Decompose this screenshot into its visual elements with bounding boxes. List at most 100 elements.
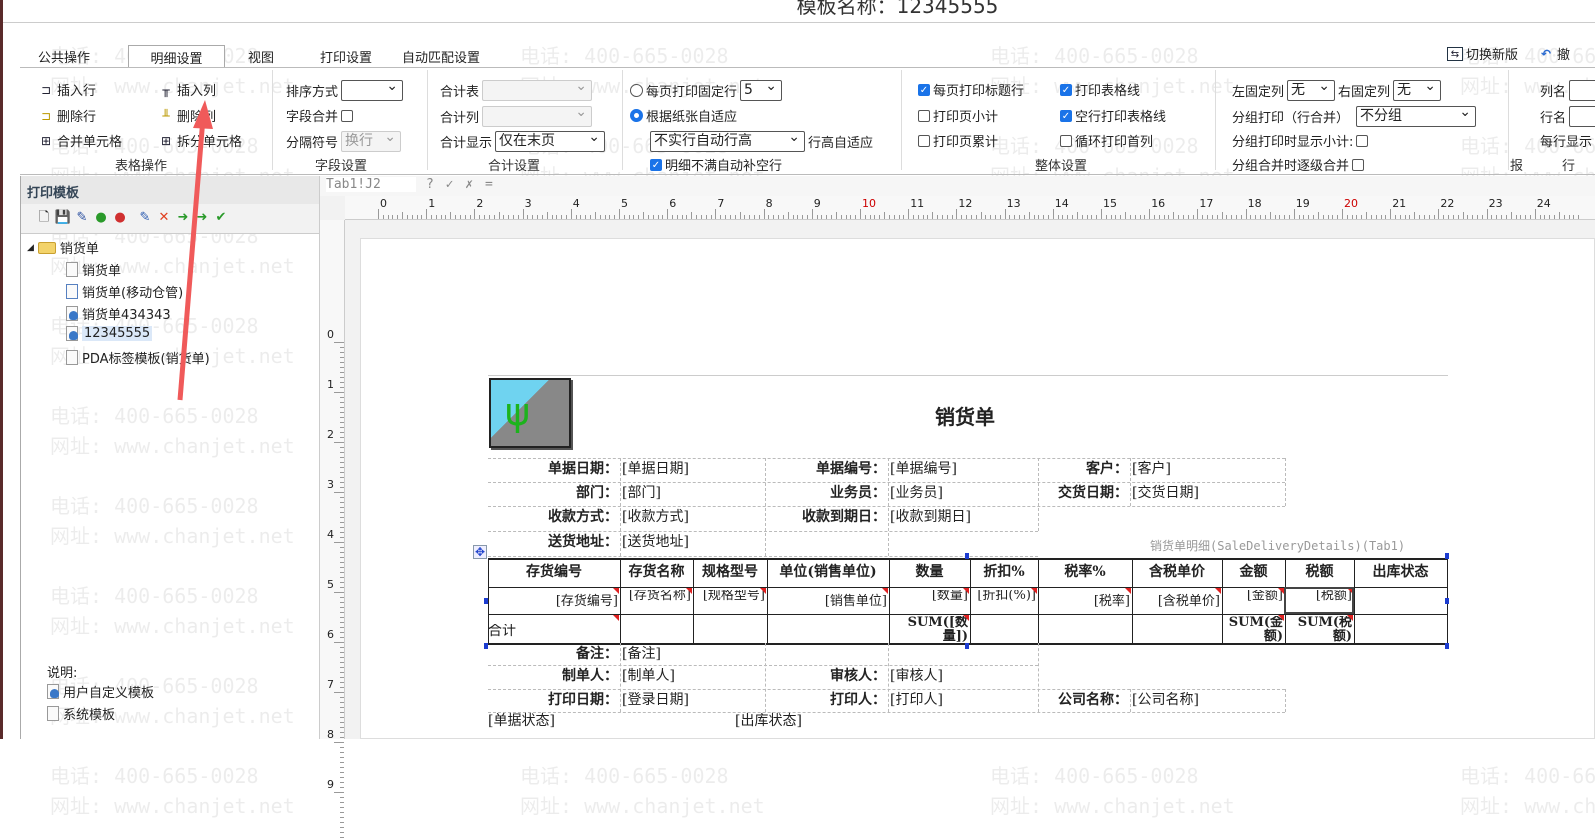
group-merge-option[interactable]: 分组合并时逐级合并 — [1232, 155, 1365, 174]
column-header[interactable]: 含税单价 — [1132, 558, 1222, 587]
resize-handle[interactable] — [1445, 598, 1449, 604]
import-icon[interactable]: ➜ — [174, 209, 192, 227]
formula-icons[interactable]: ? ✓ ✗ = — [426, 177, 495, 192]
detail-cell[interactable]: [金额] — [1222, 590, 1285, 614]
loop-first-col-option[interactable]: 循环打印首列 — [1060, 131, 1153, 150]
group-subtotal-option[interactable]: 分组打印时显示小计: — [1232, 131, 1369, 150]
column-header[interactable]: 存货名称 — [620, 558, 693, 587]
merge-cells-button[interactable]: ⊞ 合并单元格 — [38, 131, 122, 151]
tree-item[interactable]: 销货单 — [66, 260, 121, 279]
checkbox[interactable] — [1060, 109, 1072, 122]
checkbox[interactable] — [1060, 83, 1072, 96]
checkbox[interactable] — [918, 134, 930, 147]
resize-handle[interactable] — [1445, 553, 1449, 559]
edit-icon[interactable]: ✎ — [136, 209, 154, 227]
adapt-paper-option[interactable]: 根据纸张自适应 — [630, 106, 737, 125]
column-header[interactable]: 税额 — [1285, 558, 1354, 587]
fill-empty-rows-checkbox[interactable] — [650, 158, 662, 171]
fixed-rows-input[interactable]: 5 — [740, 77, 783, 101]
delete-column-button[interactable]: ╨ 删除列 — [158, 106, 216, 126]
page-subtotal-option[interactable]: 打印页小计 — [918, 106, 998, 125]
fixed-rows-option[interactable]: 每页打印固定行 5 — [630, 77, 783, 101]
tree-item[interactable]: PDA标签模板(销货单) — [66, 348, 210, 367]
tab-auto-match[interactable]: 自动匹配设置 — [402, 45, 480, 67]
sum-cell[interactable]: SUM([数量]) — [889, 616, 970, 642]
tree-item[interactable]: 销货单(移动仓管) — [66, 282, 183, 301]
sum-table-select[interactable] — [482, 77, 593, 101]
split-cells-button[interactable]: ⊞ 拆分单元格 — [158, 131, 242, 151]
column-header[interactable]: 出库状态 — [1354, 558, 1447, 587]
save-as-icon[interactable]: ✎ — [73, 209, 91, 227]
column-header[interactable]: 存货编号 — [488, 558, 620, 587]
row-height-select[interactable]: 不实行自动行高 — [650, 128, 805, 152]
detail-cell[interactable]: [存货编号] — [488, 590, 620, 614]
tab-detail-settings[interactable]: 明细设置 — [128, 45, 225, 67]
tab-view[interactable]: 视图 — [240, 45, 282, 67]
resize-handle[interactable] — [965, 553, 969, 559]
detail-cell[interactable]: [规格型号] — [693, 590, 767, 614]
adapt-paper-radio[interactable] — [630, 109, 643, 122]
enable-icon[interactable]: ● — [92, 209, 110, 227]
left-fixed-select[interactable]: 无 — [1287, 77, 1336, 101]
tree-item[interactable]: 销货单434343 — [66, 304, 171, 323]
column-header[interactable]: 折扣% — [970, 558, 1038, 587]
collapse-icon[interactable]: ◢ — [27, 243, 34, 253]
detail-cell[interactable]: [税率] — [1038, 590, 1132, 614]
sum-cell[interactable]: SUM(金额) — [1222, 616, 1285, 642]
column-header[interactable]: 单位(销售单位) — [767, 558, 889, 587]
tree-item-selected[interactable]: 12345555 — [66, 326, 153, 341]
fill-empty-rows[interactable]: 明细不满自动补空行 — [650, 155, 782, 174]
column-header[interactable]: 规格型号 — [693, 558, 767, 587]
checkbox[interactable] — [918, 83, 930, 96]
checkbox[interactable] — [1356, 134, 1369, 147]
export-icon[interactable]: ➜ — [193, 209, 211, 227]
new-icon[interactable]: 🗋 — [35, 209, 53, 227]
insert-column-button[interactable]: ╥ 插入列 — [158, 80, 216, 100]
sum-cell[interactable]: SUM(税额) — [1285, 616, 1354, 642]
column-header[interactable]: 金额 — [1222, 558, 1285, 587]
right-fixed-select[interactable]: 无 — [1393, 77, 1442, 101]
empty-grid-option[interactable]: 空行打印表格线 — [1060, 106, 1166, 125]
save-icon[interactable]: 💾 — [54, 209, 72, 227]
tree-folder-root[interactable]: ◢ 销货单 — [27, 238, 99, 257]
resize-handle[interactable] — [484, 643, 488, 649]
group-print-select[interactable]: 不分组 — [1356, 103, 1477, 127]
move-handle-icon[interactable]: ✥ — [473, 545, 487, 559]
tab-print-settings[interactable]: 打印设置 — [320, 45, 372, 67]
resize-handle[interactable] — [484, 598, 488, 604]
detail-cell[interactable]: [销售单位] — [767, 590, 889, 614]
resize-handle[interactable] — [1445, 643, 1449, 649]
apply-icon[interactable]: ✔ — [212, 209, 230, 227]
title-row-option[interactable]: 每页打印标题行 — [918, 80, 1024, 99]
switch-new-version-button[interactable]: ⇆ 切换新版 — [1447, 44, 1518, 63]
field-merge-checkbox[interactable] — [341, 109, 354, 122]
checkbox[interactable] — [918, 109, 930, 122]
ruler-tick — [792, 215, 794, 219]
row-name-input[interactable] — [1569, 103, 1595, 127]
column-header[interactable]: 税率% — [1038, 558, 1132, 587]
checkbox[interactable] — [1060, 134, 1072, 147]
detail-cell[interactable]: [含税单价] — [1132, 590, 1222, 614]
resize-handle[interactable] — [965, 643, 969, 649]
separator-select[interactable]: 换行 — [341, 128, 402, 152]
selected-cell[interactable] — [1284, 587, 1354, 614]
undo-button[interactable]: ↶ 撤 — [1538, 44, 1570, 64]
sort-select[interactable] — [341, 77, 404, 101]
fixed-rows-radio[interactable] — [630, 84, 643, 97]
cell-reference[interactable]: Tab1!J2 — [326, 177, 416, 192]
checkbox[interactable] — [1352, 158, 1365, 171]
sum-column-select[interactable] — [482, 103, 593, 127]
column-name-input[interactable] — [1569, 77, 1595, 101]
detail-cell[interactable]: [存货名称] — [620, 590, 693, 614]
delete-icon[interactable]: ✕ — [155, 209, 173, 227]
grid-option[interactable]: 打印表格线 — [1060, 80, 1140, 99]
detail-cell[interactable]: [折扣(%)] — [970, 590, 1038, 614]
insert-row-button[interactable]: ⊐ 插入行 — [38, 80, 96, 100]
tab-public-ops[interactable]: 公共操作 — [30, 45, 98, 67]
detail-cell[interactable]: [数量] — [889, 590, 970, 614]
column-header[interactable]: 数量 — [889, 558, 970, 587]
delete-row-button[interactable]: ⊐ 删除行 — [38, 106, 96, 126]
page-cumulative-option[interactable]: 打印页累计 — [918, 131, 998, 150]
sum-display-select[interactable]: 仅在末页 — [495, 128, 606, 152]
disable-icon[interactable]: ● — [111, 209, 129, 227]
